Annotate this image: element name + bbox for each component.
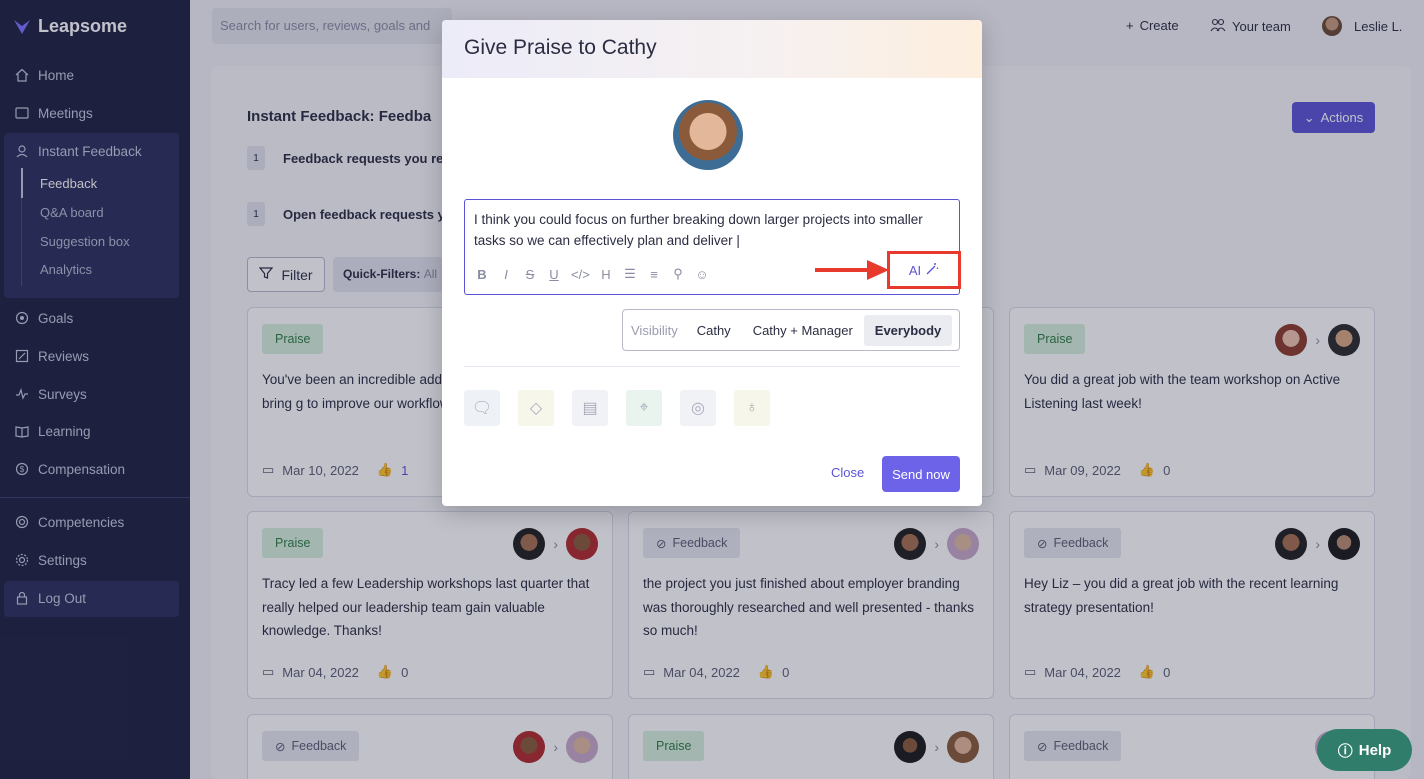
visibility-option-cathy[interactable]: Cathy (686, 315, 742, 346)
visibility-option-cathy-manager[interactable]: Cathy + Manager (742, 315, 864, 346)
question-icon: ⓘ (1337, 742, 1353, 760)
emoji-icon[interactable]: ☺ (695, 267, 709, 282)
italic-icon[interactable]: I (499, 267, 513, 282)
magic-wand-icon (925, 262, 939, 279)
avatar (673, 100, 743, 170)
close-button[interactable]: Close (831, 465, 864, 480)
speech-bubbles-icon[interactable]: 🗨 (464, 390, 500, 426)
heading-icon[interactable]: H (599, 267, 613, 282)
message-text[interactable]: I think you could focus on further break… (474, 209, 947, 251)
diamond-icon[interactable]: ◇ (518, 390, 554, 426)
modal-divider (464, 366, 960, 367)
give-praise-modal: Give Praise to Cathy I think you could f… (442, 20, 982, 506)
link-icon[interactable]: ⚲ (671, 266, 685, 282)
map-pin-icon[interactable]: ⌖ (626, 390, 662, 426)
modal-title: Give Praise to Cathy (442, 20, 982, 78)
ai-assist-button[interactable]: AI (887, 251, 961, 289)
code-icon[interactable]: </> (571, 267, 590, 282)
numbered-list-icon[interactable]: ≡ (647, 267, 661, 282)
lightbulb-icon[interactable]: ♁ (734, 390, 770, 426)
visibility-option-everybody[interactable]: Everybody (863, 314, 953, 346)
visibility-selector: Visibility Cathy Cathy + Manager Everybo… (622, 309, 960, 351)
underline-icon[interactable]: U (547, 267, 561, 282)
bullet-list-icon[interactable]: ☰ (623, 266, 637, 282)
help-button[interactable]: ⓘ Help (1317, 729, 1412, 771)
category-icons: 🗨 ◇ ▤ ⌖ ◎ ♁ (464, 390, 770, 426)
praise-message-editor[interactable]: I think you could focus on further break… (464, 199, 961, 295)
message-content: I think you could focus on further break… (474, 212, 923, 248)
document-icon[interactable]: ▤ (572, 390, 608, 426)
formatting-toolbar: B I S U </> H ☰ ≡ ⚲ ☺ (475, 266, 709, 282)
help-label: Help (1358, 741, 1392, 759)
visibility-label: Visibility (631, 322, 678, 338)
bold-icon[interactable]: B (475, 267, 489, 282)
ai-label: AI (908, 262, 922, 278)
strikethrough-icon[interactable]: S (523, 267, 537, 282)
send-now-button[interactable]: Send now (882, 456, 960, 492)
lifebuoy-icon[interactable]: ◎ (680, 390, 716, 426)
annotation-arrow (815, 260, 889, 280)
text-cursor: | (732, 233, 740, 248)
